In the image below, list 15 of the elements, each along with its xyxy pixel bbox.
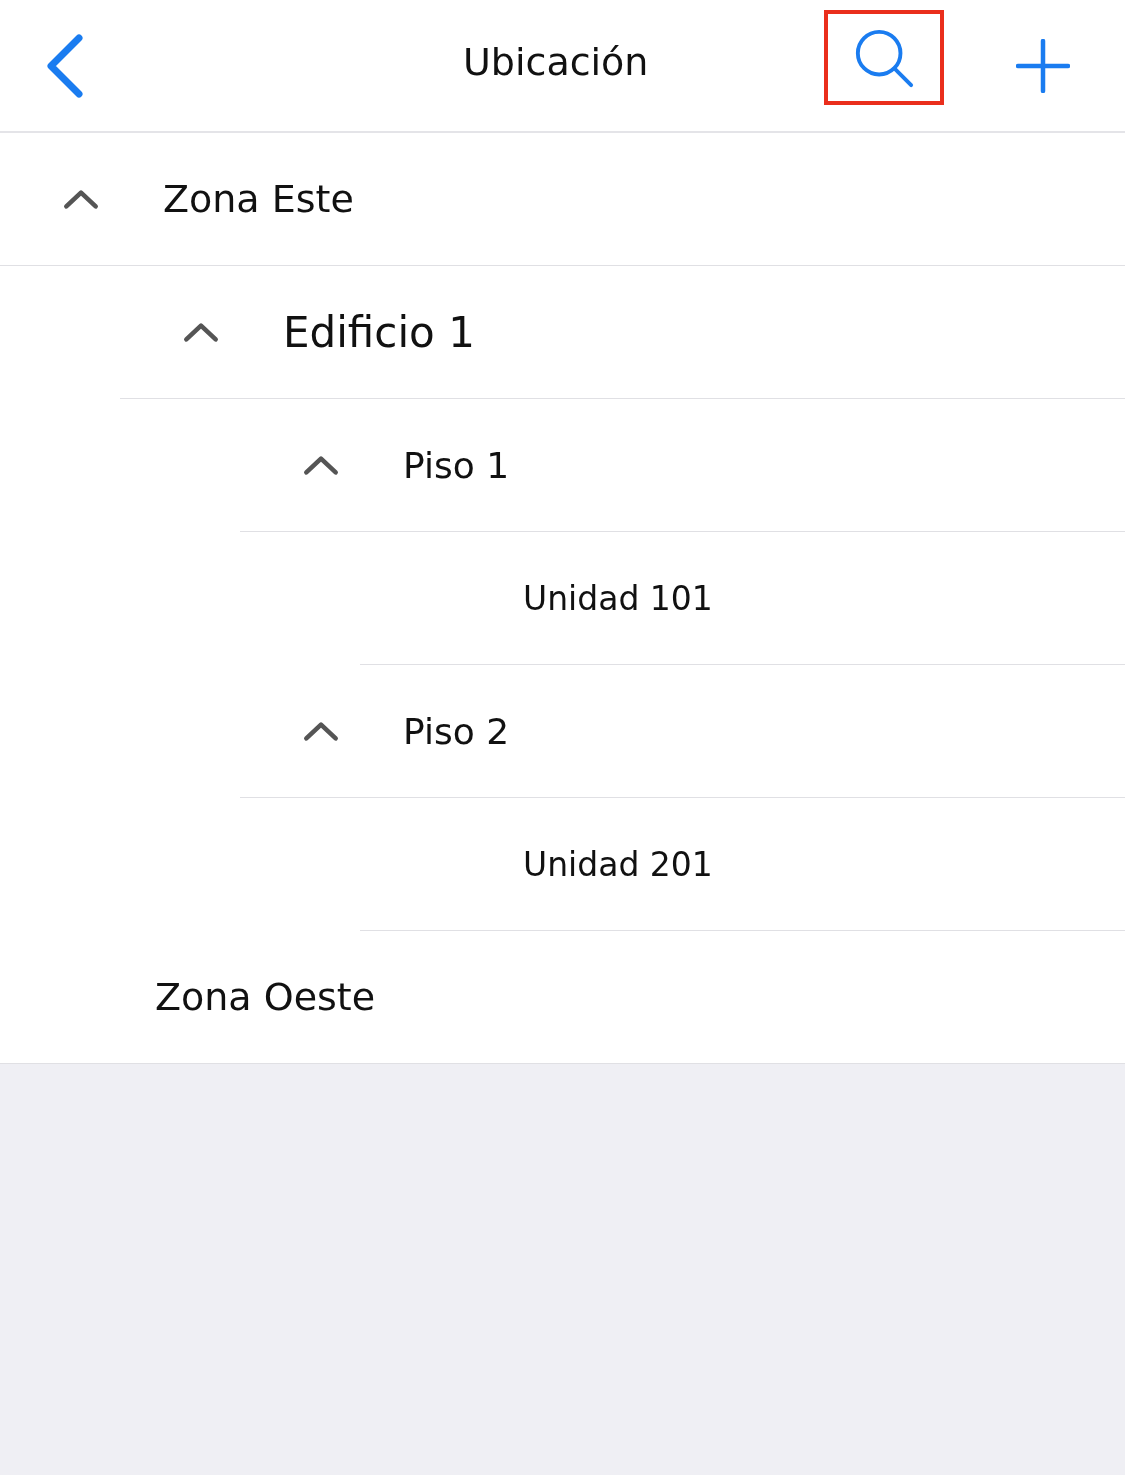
add-icon[interactable] [1016, 38, 1070, 93]
location-label[interactable]: Piso 2 [403, 710, 510, 752]
location-label[interactable]: Zona Este [163, 177, 354, 221]
location-label[interactable]: Piso 1 [403, 444, 510, 486]
chevron-up-icon[interactable] [182, 321, 220, 343]
back-icon[interactable] [45, 33, 85, 98]
chevron-up-icon[interactable] [62, 188, 100, 210]
search-button[interactable] [824, 10, 944, 105]
location-label[interactable]: Zona Oeste [155, 975, 376, 1019]
chevron-up-icon[interactable] [302, 720, 340, 742]
location-label[interactable]: Edificio 1 [283, 307, 475, 357]
location-label[interactable]: Unidad 201 [523, 844, 713, 884]
screen-title: Ubicación [463, 40, 649, 84]
chevron-up-icon[interactable] [302, 454, 340, 476]
location-label[interactable]: Unidad 101 [523, 578, 713, 618]
